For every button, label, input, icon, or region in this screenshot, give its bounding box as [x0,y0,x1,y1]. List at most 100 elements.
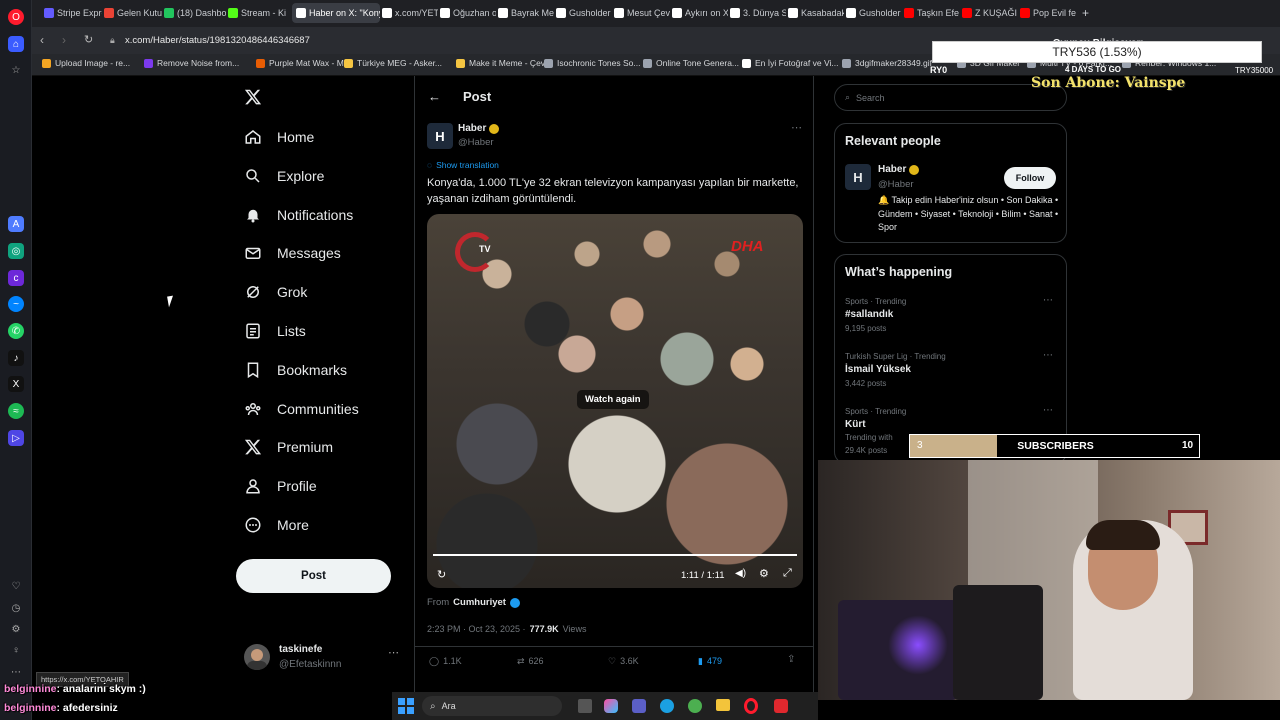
tab-5[interactable]: x.com/YETO [382,3,438,23]
nav-lists[interactable]: Lists [244,322,306,340]
person-name[interactable]: Haber [878,164,920,175]
tab-1[interactable]: Gelen Kutu [104,3,162,23]
back-icon[interactable]: ‹ [40,33,44,47]
bookmark-item[interactable]: Remove Noise from... [144,58,239,68]
volume-icon[interactable]: ◀) [735,568,746,579]
tab-4[interactable]: Haber on X: "Konya [292,3,380,23]
tab-10[interactable]: Aykırı on X [672,3,728,23]
history-icon[interactable]: ◷ [8,600,24,616]
settings-gear-icon[interactable]: ⚙ [759,567,769,580]
share-icon[interactable]: ⇪ [787,654,795,665]
messenger-icon[interactable]: ~ [8,296,24,312]
taskbar-search[interactable]: ⌕ Ara [422,696,562,716]
author-name[interactable]: Haber [458,123,500,134]
tab-16[interactable]: Pop Evil fea [1020,3,1076,23]
settings-icon[interactable]: ⚙ [8,621,24,637]
watch-again-button[interactable]: Watch again [577,390,649,409]
cs-icon[interactable]: c [8,270,24,286]
nav-messages[interactable]: Messages [244,244,341,262]
tab-11[interactable]: 3. Dünya Sa [730,3,786,23]
app-w-icon[interactable] [774,699,788,713]
nav-more[interactable]: More [244,516,309,534]
tab-13[interactable]: Gusholder [846,3,902,23]
windows-start-icon[interactable] [398,698,414,714]
tab-14[interactable]: Taşkın Efe [904,3,960,23]
tab-0[interactable]: Stripe Expre [44,3,102,23]
more-icon[interactable]: ⋯ [8,664,24,680]
file-explorer-icon[interactable] [716,699,730,711]
bookmark-item[interactable]: Isochronic Tones So... [544,58,640,68]
reply-button[interactable]: ◯ 1.1K [429,656,462,667]
replay-icon[interactable]: ↻ [437,568,446,581]
tab-favicon-icon [104,8,114,18]
more-dots-icon[interactable]: ⋯ [1043,350,1053,361]
reload-icon[interactable]: ↻ [84,33,93,46]
account-switcher[interactable]: taskinefe @Efetaskinnn ⋯ [244,642,404,676]
tab-2[interactable]: (18) Dashbo [164,3,226,23]
nav-grok[interactable]: Grok [244,283,307,301]
chatgpt-icon[interactable]: ◎ [8,243,24,259]
more-dots-icon[interactable]: ⋯ [1043,295,1053,306]
star-icon[interactable]: ☆ [8,62,24,78]
show-translation-link[interactable]: ◌ Show translation [427,160,499,170]
bookmark-item[interactable]: Upload Image - re... [42,58,130,68]
post-button[interactable]: Post [236,559,391,593]
nav-explore[interactable]: Explore [244,167,324,185]
more-dots-icon[interactable]: ⋯ [388,646,399,659]
bookmark-item[interactable]: 3dgifmaker28349.gif [842,58,932,68]
post-time[interactable]: 2:23 PM · Oct 23, 2025 · [427,624,526,634]
player-icon[interactable]: ▷ [8,430,24,446]
bookmark-item[interactable]: En İyi Fotoğraf ve Vi... [742,58,838,68]
tab-9[interactable]: Mesut Çevi [614,3,670,23]
bookmark-button[interactable]: ▮ 479 [698,656,722,667]
nav-notifications[interactable]: Notifications [244,206,353,224]
bookmark-item[interactable]: Purple Mat Wax - M... [256,58,351,68]
back-arrow-icon[interactable]: ← [428,89,441,104]
chrome-icon[interactable] [688,699,702,713]
lightbulb-icon[interactable]: ♀ [8,642,24,658]
copilot-icon[interactable] [604,699,618,713]
source-link[interactable]: Cumhuriyet [453,597,506,608]
opera-logo-icon[interactable]: O [8,9,24,25]
nav-profile[interactable]: Profile [244,477,317,495]
nav-label: Communities [277,400,359,417]
repost-button[interactable]: ⇄ 626 [517,656,544,667]
forward-icon[interactable]: › [62,33,66,47]
tab-3[interactable]: Stream - Ki [228,3,290,23]
spotify-icon[interactable]: ≈ [8,403,24,419]
fullscreen-icon[interactable]: ⤢ [783,567,792,580]
opera-taskbar-icon[interactable] [744,698,758,714]
home-icon[interactable]: ⌂ [8,36,24,52]
heart-icon[interactable]: ♡ [8,578,24,594]
nav-home[interactable]: Home [244,128,314,146]
tab-12[interactable]: Kasabadakı [788,3,844,23]
more-dots-icon[interactable]: ⋯ [1043,405,1053,416]
tab-15[interactable]: Z KUŞAĞI A [962,3,1018,23]
tab-6[interactable]: Oğuzhan or [440,3,496,23]
follow-button[interactable]: Follow [1004,167,1056,189]
bookmark-item[interactable]: Online Tone Genera... [643,58,739,68]
url-field[interactable]: x.com/Haber/status/1981320486446346687 [125,35,310,46]
whatsapp-icon[interactable]: ✆ [8,323,24,339]
bookmark-item[interactable]: Türkiye MEG - Asker... [344,58,442,68]
like-button[interactable]: ♡ 3.6K [608,656,639,667]
tab-8[interactable]: Gusholder [556,3,612,23]
nav-premium[interactable]: Premium [244,438,333,456]
teams-icon[interactable] [632,699,646,713]
x-icon[interactable]: X [8,376,24,392]
bookmark-item[interactable]: Make it Meme - Çev... [456,58,552,68]
task-view-icon[interactable] [578,699,592,713]
tab-7[interactable]: Bayrak Med [498,3,554,23]
new-tab-button[interactable]: + [1082,3,1089,23]
x-logo-icon[interactable] [244,88,262,111]
more-dots-icon[interactable]: ⋯ [791,121,802,134]
video-progress-track[interactable] [433,554,797,556]
video-player[interactable]: TV DHA Watch again ↻ 1:11 / 1:11 ◀) ⚙ ⤢ [427,214,803,588]
tiktok-icon[interactable]: ♪ [8,350,24,366]
nav-bookmarks[interactable]: Bookmarks [244,361,347,379]
aria-icon[interactable]: A [8,216,24,232]
edge-icon[interactable] [660,699,674,713]
author-avatar[interactable]: H [427,123,453,149]
nav-communities[interactable]: Communities [244,400,359,418]
person-avatar[interactable]: H [845,164,871,190]
